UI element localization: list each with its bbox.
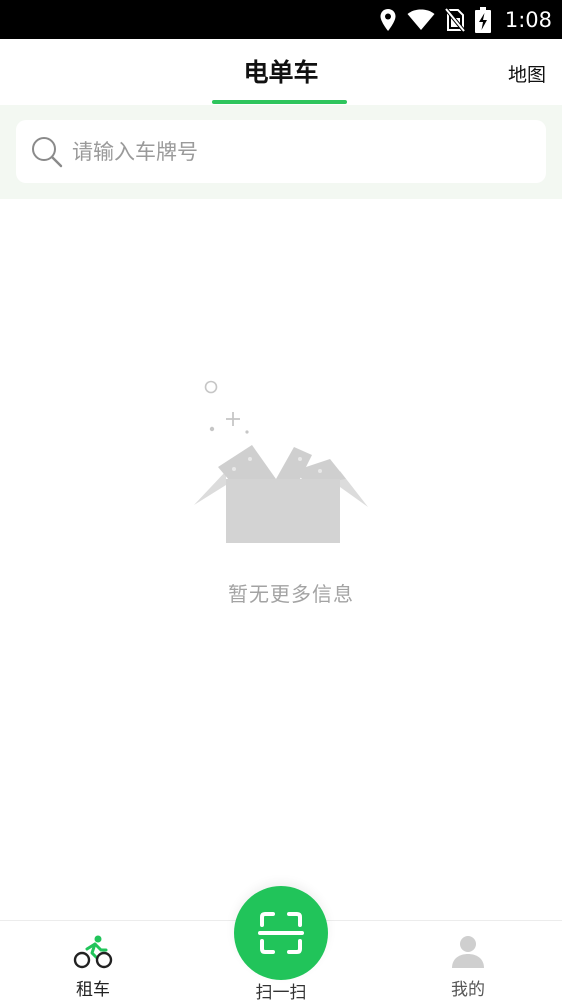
wifi-icon xyxy=(407,9,435,30)
empty-state-message: 暂无更多信息 xyxy=(228,582,354,606)
user-icon xyxy=(452,936,484,968)
search-area xyxy=(0,105,562,199)
plate-number-input[interactable] xyxy=(72,131,512,172)
scan-button[interactable] xyxy=(234,886,328,980)
tab-mine-label: 我的 xyxy=(451,980,485,1000)
location-icon xyxy=(380,8,396,31)
status-time: 1:08 xyxy=(504,7,552,32)
tab-rent-label: 租车 xyxy=(76,980,110,1000)
battery-charging-icon xyxy=(474,6,491,33)
title-underline xyxy=(212,100,347,104)
status-icons: 1:08 xyxy=(379,0,552,39)
app-header: 电单车 地图 xyxy=(0,39,562,105)
no-sim-icon xyxy=(444,7,465,32)
page-title: 电单车 xyxy=(243,58,319,87)
search-box[interactable] xyxy=(16,120,546,183)
status-bar: 1:08 xyxy=(0,0,562,39)
tab-rent[interactable]: 租车 xyxy=(33,921,153,1000)
empty-box-icon xyxy=(194,380,368,543)
scan-icon xyxy=(258,912,304,954)
bicycle-icon xyxy=(73,935,113,969)
tab-mine[interactable]: 我的 xyxy=(408,921,528,1000)
app-screen: 1:08 电单车 地图 请输入车牌号 暂无更多信息 租车 我的 扫一扫 xyxy=(0,0,562,1000)
search-icon xyxy=(32,136,63,167)
map-button[interactable]: 地图 xyxy=(508,60,546,87)
scan-label: 扫一扫 xyxy=(255,983,307,1000)
